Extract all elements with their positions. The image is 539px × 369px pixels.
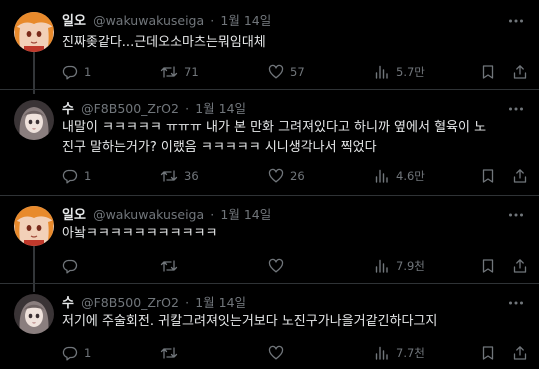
retweet-icon [160,347,178,359]
tweet-header: 수 @F8B500_ZrO2 · 1월 14일 [62,294,246,312]
divider [0,89,539,90]
reply-icon [62,259,78,274]
view-count: 7.9천 [396,259,425,273]
retweet-count: 71 [184,65,199,79]
more-options-icon[interactable] [507,12,525,30]
more-options-icon[interactable] [507,294,525,312]
share-button[interactable] [512,167,528,185]
bookmark-button[interactable] [480,63,496,81]
avatar[interactable] [14,206,54,246]
avatar[interactable] [14,294,54,334]
heart-icon [268,64,284,79]
retweet-button[interactable] [160,344,184,362]
retweet-button[interactable]: 71 [160,63,199,81]
view-count: 5.7만 [396,65,425,79]
tweet-actions: 7.9천 [62,257,532,275]
bookmark-icon [482,346,494,360]
author-handle[interactable]: @wakuwakuseiga [93,13,204,28]
author-name[interactable]: 일오 [62,208,86,223]
like-button[interactable] [268,344,290,362]
reply-icon [62,65,78,80]
like-button[interactable]: 57 [268,63,305,81]
bookmark-button[interactable] [480,257,496,275]
tweet-date[interactable]: 1월 14일 [220,13,271,28]
author-handle[interactable]: @F8B500_ZrO2 [81,295,179,310]
views-button[interactable]: 4.6만 [374,167,425,185]
heart-icon [268,345,284,360]
more-options-icon[interactable] [507,206,525,224]
views-button[interactable]: 7.9천 [374,257,425,275]
share-button[interactable] [512,344,528,362]
retweet-count: 36 [184,169,199,183]
tweet-text: 저기에 주술회전. 귀칼그려져잇는거보다 노진구가나을거같긴하다그지 [62,314,438,329]
separator: · [210,13,215,28]
share-icon [513,259,527,273]
thread-connector [33,50,35,94]
tweet-actions: 1 36 26 4.6만 [62,167,532,185]
view-count: 4.6만 [396,169,425,183]
bookmark-icon [482,259,494,273]
more-options-icon[interactable] [507,100,525,118]
share-icon [513,65,527,79]
like-count: 57 [290,65,305,79]
avatar[interactable] [14,100,54,140]
tweet-text: 아놬ㅋㅋㅋㅋㅋㅋㅋㅋㅋㅋㅋ [62,226,218,241]
share-button[interactable] [512,257,528,275]
reply-icon [62,169,78,184]
avatar[interactable] [14,12,54,52]
views-icon [375,65,388,79]
retweet-icon [160,260,178,272]
bookmark-button[interactable] [480,167,496,185]
retweet-button[interactable]: 36 [160,167,199,185]
tweet-date[interactable]: 1월 14일 [195,295,246,310]
tweet-text: 내말이 ㅋㅋㅋㅋㅋ ㅠㅠㅠ 내가 본 만화 그려져있다고 하니까 옆에서 혈육이… [62,120,487,155]
like-count: 26 [290,169,305,183]
author-handle[interactable]: @wakuwakuseiga [93,207,204,222]
retweet-icon [160,66,178,78]
author-name[interactable]: 수 [62,296,74,311]
separator: · [185,295,190,310]
reply-button[interactable] [62,257,84,275]
views-button[interactable]: 7.7천 [374,344,425,362]
tweet-actions: 1 71 57 5.7만 [62,63,532,81]
tweet-date[interactable]: 1월 14일 [220,207,271,222]
share-icon [513,169,527,183]
reply-button[interactable]: 1 [62,167,91,185]
tweet-date[interactable]: 1월 14일 [195,101,246,116]
reply-button[interactable]: 1 [62,63,91,81]
separator: · [185,101,190,116]
reply-icon [62,346,78,361]
bookmark-icon [482,65,494,79]
share-button[interactable] [512,63,528,81]
views-button[interactable]: 5.7만 [374,63,425,81]
like-button[interactable]: 26 [268,167,305,185]
retweet-button[interactable] [160,257,184,275]
bookmark-icon [482,169,494,183]
divider [0,283,539,284]
reply-button[interactable]: 1 [62,344,91,362]
bookmark-button[interactable] [480,344,496,362]
like-button[interactable] [268,257,290,275]
author-handle[interactable]: @F8B500_ZrO2 [81,101,179,116]
views-icon [375,259,388,273]
heart-icon [268,168,284,183]
retweet-icon [160,170,178,182]
tweet-header: 일오 @wakuwakuseiga · 1월 14일 [62,12,271,30]
share-icon [513,346,527,360]
tweet-header: 수 @F8B500_ZrO2 · 1월 14일 [62,100,246,118]
reply-count: 1 [84,65,92,79]
reply-count: 1 [84,169,92,183]
views-icon [375,169,388,183]
views-icon [375,346,388,360]
tweet-actions: 1 7.7천 [62,344,532,362]
author-name[interactable]: 수 [62,102,74,117]
reply-count: 1 [84,346,92,360]
view-count: 7.7천 [396,346,425,360]
tweet-header: 일오 @wakuwakuseiga · 1월 14일 [62,206,271,224]
tweet-text: 진짜좆같다...근데오소마츠는뭐임대체 [62,35,266,50]
author-name[interactable]: 일오 [62,14,86,29]
heart-icon [268,258,284,273]
divider [0,195,539,196]
separator: · [210,207,215,222]
